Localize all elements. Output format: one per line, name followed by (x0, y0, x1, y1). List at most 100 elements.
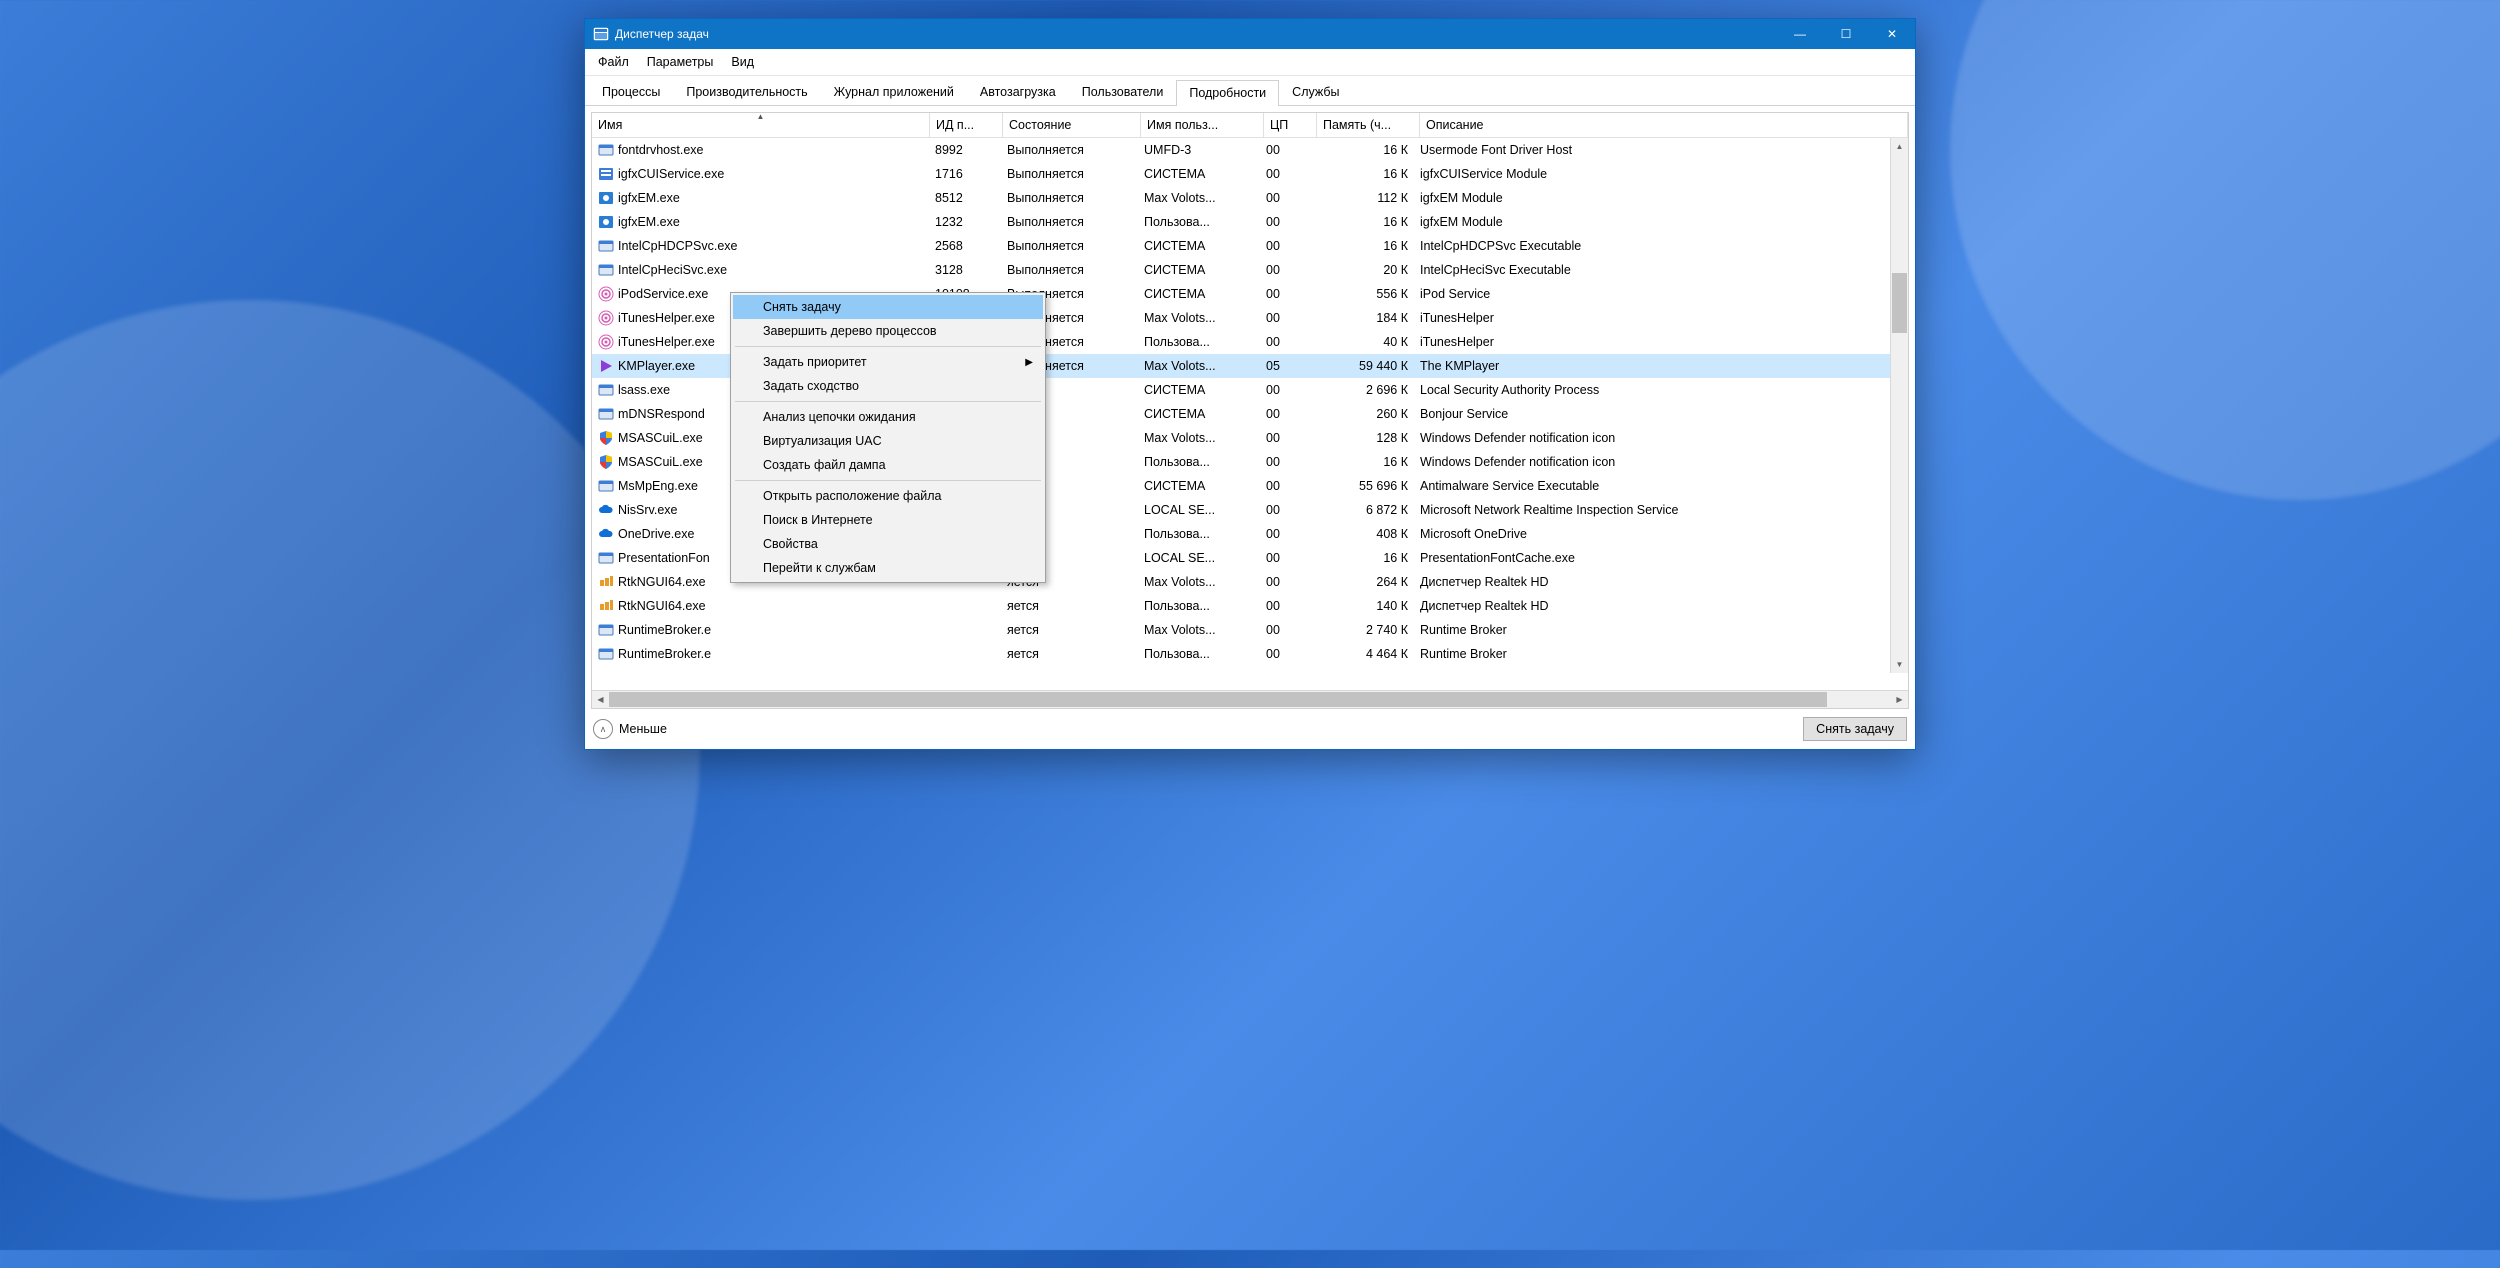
context-item[interactable]: Снять задачу (733, 295, 1043, 319)
horizontal-scrollbar[interactable]: ◀ ▶ (592, 690, 1908, 708)
tab-1[interactable]: Производительность (673, 79, 820, 105)
kmp-icon (598, 358, 614, 374)
cloud-icon (598, 526, 614, 542)
column-header-5[interactable]: Память (ч... (1317, 113, 1420, 137)
tab-6[interactable]: Службы (1279, 79, 1352, 105)
table-row[interactable]: RtkNGUI64.exeяетсяПользова...00140 КДисп… (592, 594, 1908, 618)
table-row[interactable]: RuntimeBroker.eяетсяMax Volots...002 740… (592, 618, 1908, 642)
exe-icon (598, 262, 614, 278)
table-row[interactable]: IntelCpHDCPSvc.exe2568ВыполняетсяСИСТЕМА… (592, 234, 1908, 258)
realtek-icon (598, 574, 614, 590)
cell: igfxEM Module (1414, 186, 1908, 210)
cell: 00 (1260, 642, 1312, 666)
cell: Windows Defender notification icon (1414, 426, 1908, 450)
cell: 408 К (1312, 522, 1414, 546)
exe-icon (598, 622, 614, 638)
shield-icon (598, 430, 614, 446)
cell: iPod Service (1414, 282, 1908, 306)
context-item[interactable]: Создать файл дампа (733, 453, 1043, 477)
table-row[interactable]: igfxEM.exe1232ВыполняетсяПользова...0016… (592, 210, 1908, 234)
table-row[interactable]: RuntimeBroker.eяетсяПользова...004 464 К… (592, 642, 1908, 666)
cell: 00 (1260, 426, 1312, 450)
scroll-up-button[interactable]: ▲ (1891, 138, 1908, 155)
vertical-scrollbar[interactable]: ▲ ▼ (1890, 138, 1908, 673)
cell (929, 618, 1001, 642)
cell: СИСТЕМА (1138, 282, 1260, 306)
scroll-right-button[interactable]: ▶ (1891, 691, 1908, 708)
cell: UMFD-3 (1138, 138, 1260, 162)
cell: 16 К (1312, 450, 1414, 474)
exe-icon (598, 238, 614, 254)
cell: 05 (1260, 354, 1312, 378)
cell: Antimalware Service Executable (1414, 474, 1908, 498)
cell: 00 (1260, 258, 1312, 282)
cell: 264 К (1312, 570, 1414, 594)
context-item[interactable]: Поиск в Интернете (733, 508, 1043, 532)
column-header-1[interactable]: ИД п... (930, 113, 1003, 137)
cell: 00 (1260, 378, 1312, 402)
cell-name: IntelCpHeciSvc.exe (592, 258, 929, 282)
titlebar[interactable]: Диспетчер задач — ☐ ✕ (585, 19, 1915, 49)
itunes-icon (598, 334, 614, 350)
context-item[interactable]: Открыть расположение файла (733, 484, 1043, 508)
cell: 00 (1260, 450, 1312, 474)
column-header-2[interactable]: Состояние (1003, 113, 1141, 137)
tab-0[interactable]: Процессы (589, 79, 673, 105)
menu-параметры[interactable]: Параметры (638, 53, 723, 71)
column-header-0[interactable]: Имя▲ (592, 113, 930, 137)
cell: Пользова... (1138, 522, 1260, 546)
hscroll-thumb[interactable] (609, 692, 1827, 707)
cell: iTunesHelper (1414, 306, 1908, 330)
column-header-6[interactable]: Описание (1420, 113, 1908, 137)
footer: ʌ Меньше Снять задачу (585, 709, 1915, 749)
cell: 1716 (929, 162, 1001, 186)
cell: LOCAL SE... (1138, 546, 1260, 570)
cell: iTunesHelper (1414, 330, 1908, 354)
context-item[interactable]: Виртуализация UAC (733, 429, 1043, 453)
column-header-4[interactable]: ЦП (1264, 113, 1317, 137)
cell: 16 К (1312, 138, 1414, 162)
tab-4[interactable]: Пользователи (1069, 79, 1177, 105)
separator (735, 480, 1041, 481)
maximize-button[interactable]: ☐ (1823, 19, 1869, 49)
scroll-left-button[interactable]: ◀ (592, 691, 609, 708)
table-row[interactable]: fontdrvhost.exe8992ВыполняетсяUMFD-30016… (592, 138, 1908, 162)
context-item[interactable]: Завершить дерево процессов (733, 319, 1043, 343)
cell: 8992 (929, 138, 1001, 162)
submenu-arrow-icon: ▶ (1025, 357, 1033, 368)
cell (929, 594, 1001, 618)
cell: Пользова... (1138, 594, 1260, 618)
tab-5[interactable]: Подробности (1176, 80, 1279, 106)
tab-2[interactable]: Журнал приложений (821, 79, 967, 105)
context-item[interactable]: Задать сходство (733, 374, 1043, 398)
context-item[interactable]: Задать приоритет▶ (733, 350, 1043, 374)
menu-файл[interactable]: Файл (589, 53, 638, 71)
cell: 00 (1260, 282, 1312, 306)
cell: 1232 (929, 210, 1001, 234)
table-row[interactable]: igfxEM.exe8512ВыполняетсяMax Volots...00… (592, 186, 1908, 210)
cell: 128 К (1312, 426, 1414, 450)
context-item[interactable]: Анализ цепочки ожидания (733, 405, 1043, 429)
menu-вид[interactable]: Вид (722, 53, 763, 71)
column-headers: Имя▲ИД п...СостояниеИмя польз...ЦППамять… (592, 113, 1908, 138)
minimize-button[interactable]: — (1777, 19, 1823, 49)
context-item[interactable]: Свойства (733, 532, 1043, 556)
scroll-down-button[interactable]: ▼ (1891, 656, 1908, 673)
tab-3[interactable]: Автозагрузка (967, 79, 1069, 105)
svc-icon (598, 166, 614, 182)
cell: Runtime Broker (1414, 618, 1908, 642)
table-row[interactable]: igfxCUIService.exe1716ВыполняетсяСИСТЕМА… (592, 162, 1908, 186)
cell: Диспетчер Realtek HD (1414, 594, 1908, 618)
fewer-label: Меньше (619, 722, 667, 736)
cell: Max Volots... (1138, 306, 1260, 330)
column-header-3[interactable]: Имя польз... (1141, 113, 1264, 137)
context-item[interactable]: Перейти к службам (733, 556, 1043, 580)
cell: 2 740 К (1312, 618, 1414, 642)
cell: 3128 (929, 258, 1001, 282)
cell: 556 К (1312, 282, 1414, 306)
fewer-details-button[interactable]: ʌ Меньше (593, 719, 667, 739)
end-task-button[interactable]: Снять задачу (1803, 717, 1907, 741)
close-button[interactable]: ✕ (1869, 19, 1915, 49)
scroll-thumb[interactable] (1892, 273, 1907, 333)
table-row[interactable]: IntelCpHeciSvc.exe3128ВыполняетсяСИСТЕМА… (592, 258, 1908, 282)
